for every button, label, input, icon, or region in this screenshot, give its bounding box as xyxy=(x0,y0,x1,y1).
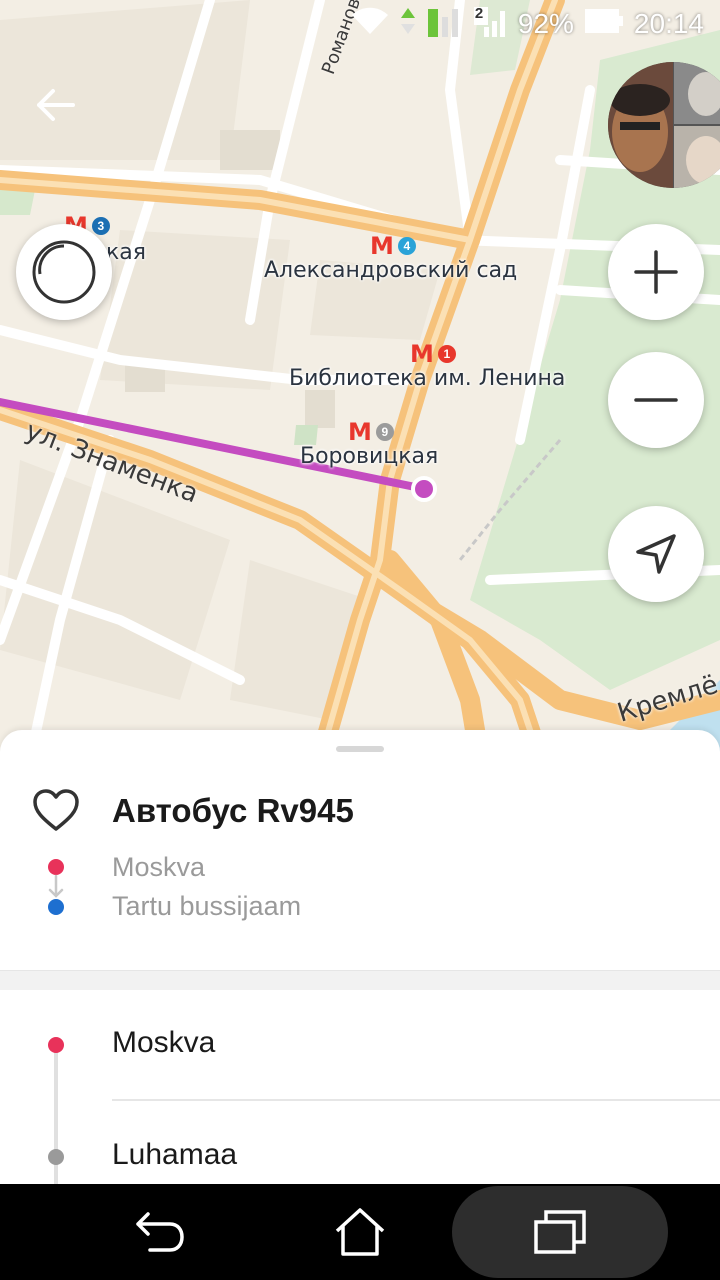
wifi-icon xyxy=(350,6,390,43)
metro-line-badge: 4 xyxy=(397,237,416,255)
station-label-biblioteka-lenina[interactable]: Библиотека им. Ленина xyxy=(289,366,565,391)
back-arrow-icon xyxy=(37,89,75,121)
to-dot-icon xyxy=(48,899,64,915)
metro-icon: М xyxy=(370,232,394,260)
clock: 20:14 xyxy=(633,8,704,39)
metro-station-borovitskaya[interactable]: М 9 xyxy=(348,420,394,444)
back-button[interactable] xyxy=(30,80,80,130)
metro-line-badge: 3 xyxy=(91,217,110,235)
metro-line-badge: 1 xyxy=(437,345,456,363)
data-arrows-icon xyxy=(400,6,416,43)
zoom-in-button[interactable] xyxy=(608,224,704,320)
minus-icon xyxy=(634,398,678,402)
recent-apps-icon xyxy=(534,1210,586,1254)
stop-dot-icon xyxy=(48,1037,64,1053)
metro-icon: М xyxy=(348,418,372,446)
stop-name[interactable]: Luhamaa xyxy=(112,1138,237,1172)
sheet-grabber[interactable] xyxy=(336,746,384,752)
back-icon xyxy=(136,1212,184,1252)
station-label-alexandrovsky-sad[interactable]: Александровский сад xyxy=(264,258,517,283)
navigation-arrow-icon xyxy=(636,534,676,574)
stop-name[interactable]: Moskva xyxy=(112,1026,215,1060)
metro-line-badge: 9 xyxy=(375,423,394,441)
nav-home-button[interactable] xyxy=(310,1184,410,1280)
station-label-arbatskaya[interactable]: кая xyxy=(106,240,146,265)
stop-separator xyxy=(112,1099,720,1101)
metro-station-biblioteka-lenina[interactable]: М 1 xyxy=(410,342,456,366)
metro-station-alexandrovsky-sad[interactable]: М 4 xyxy=(370,234,416,258)
metro-icon: М xyxy=(410,340,434,368)
route-from: Moskva xyxy=(112,852,206,882)
battery-icon xyxy=(584,8,624,41)
compass-button[interactable] xyxy=(16,224,112,320)
down-arrow-icon xyxy=(46,874,66,900)
signal-icon xyxy=(426,5,462,44)
sim-label: 2 xyxy=(474,4,484,22)
plus-icon xyxy=(634,250,678,294)
route-to: Tartu bussijaam xyxy=(112,891,302,921)
favorite-heart-icon[interactable] xyxy=(32,788,80,832)
route-title: Автобус Rv945 xyxy=(112,792,354,829)
nav-recents-button[interactable] xyxy=(510,1184,610,1280)
status-bar: 2 92% 20:14 xyxy=(0,0,720,48)
system-nav-bar xyxy=(0,1184,720,1280)
nav-back-button[interactable] xyxy=(110,1184,210,1280)
battery-percent: 92% xyxy=(517,8,574,39)
route-bottom-sheet[interactable]: Автобус Rv945 Moskva Tartu bussijaam Mos… xyxy=(0,730,720,1190)
compass-icon xyxy=(32,240,96,304)
from-dot-icon xyxy=(48,859,64,875)
signal-icon: 2 xyxy=(472,5,508,44)
stops-timeline xyxy=(54,1045,58,1190)
section-divider xyxy=(0,970,720,990)
station-label-borovitskaya[interactable]: Боровицкая xyxy=(300,444,438,469)
stop-dot-icon xyxy=(48,1149,64,1165)
zoom-out-button[interactable] xyxy=(608,352,704,448)
route-end-point xyxy=(411,476,437,502)
home-icon xyxy=(335,1208,385,1256)
my-location-button[interactable] xyxy=(608,506,704,602)
